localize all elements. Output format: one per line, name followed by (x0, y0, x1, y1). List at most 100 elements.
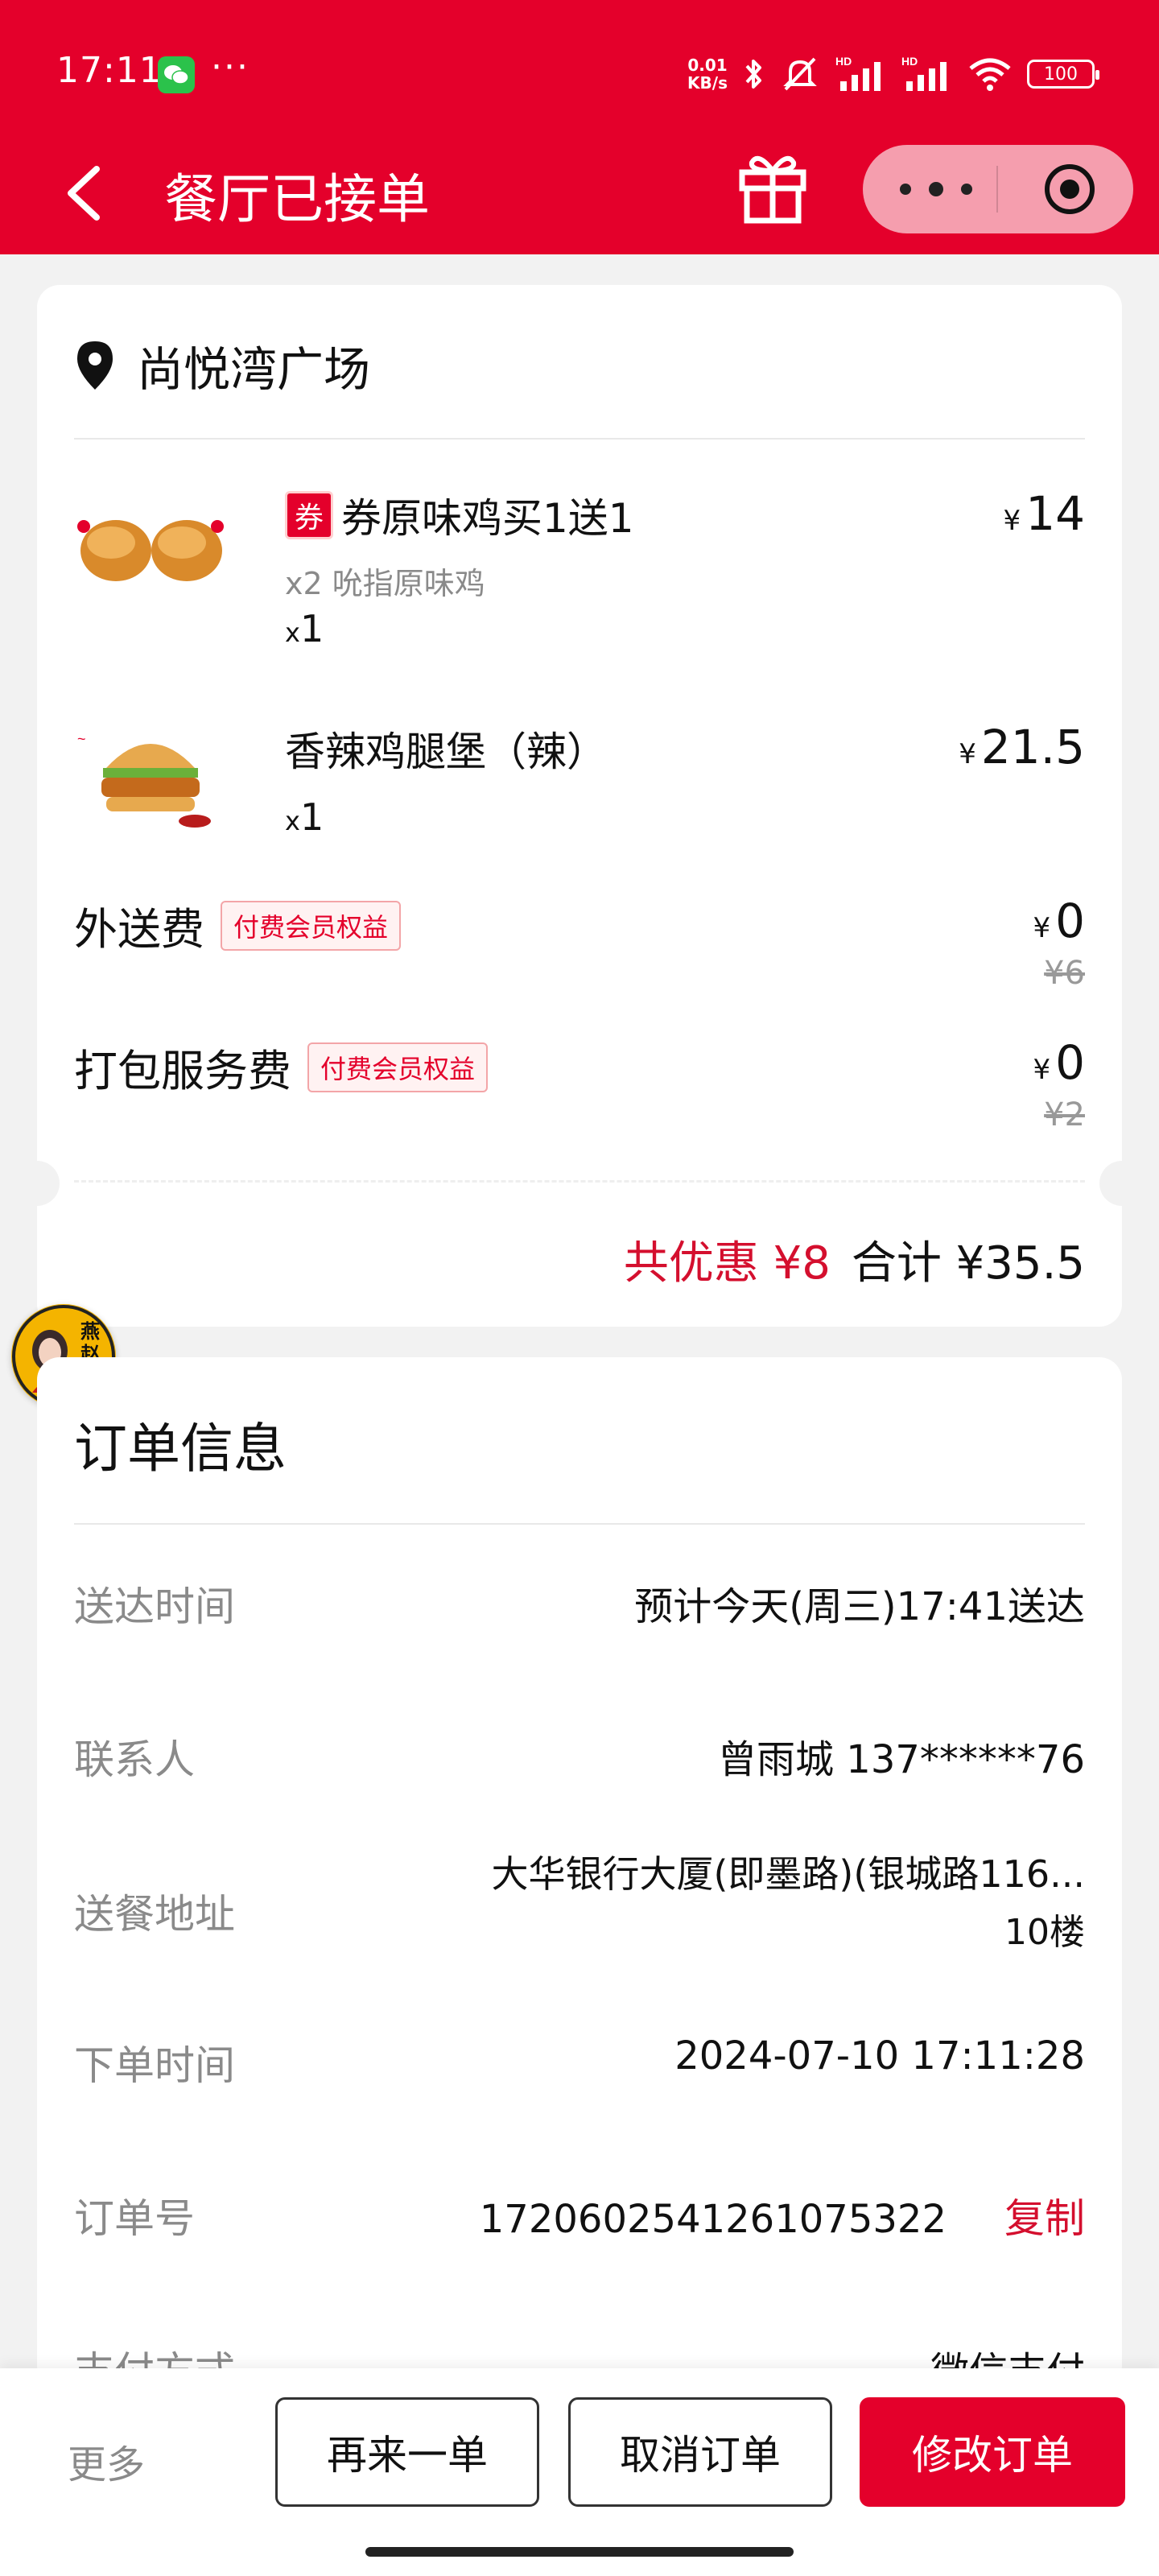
item-price: ¥21.5 (959, 720, 1085, 774)
svg-text:HD: HD (835, 55, 852, 68)
battery-icon: 100 (1027, 60, 1099, 89)
back-button[interactable] (56, 161, 113, 225)
info-value: 曾雨城 137******76 (718, 1737, 1085, 1782)
more-dots-icon[interactable] (900, 169, 972, 209)
fee-original-price: ¥2 (1044, 1096, 1085, 1133)
info-label: 订单号 (74, 2195, 195, 2242)
info-label: 送餐地址 (74, 1891, 235, 1938)
header: 17:11 ··· 0.01 KB/s HD HD 100 餐厅已接单 (0, 0, 1159, 254)
status-time: 17:11 (56, 50, 163, 91)
nav-bar: 餐厅已接单 (0, 137, 1159, 254)
order-card: 尚悦湾广场 券 券原味鸡买1送1 x2 吮指原味鸡 x1 ¥14 ~ 香辣鸡腿堡… (14, 285, 1145, 1327)
address-line: 10楼 (1004, 1912, 1085, 1953)
packaging-fee-row: 打包服务费 付费会员权益 ¥0 ¥2 (74, 1035, 1085, 1133)
member-benefit-tag: 付费会员权益 (221, 900, 402, 951)
reorder-button[interactable]: 再来一单 (275, 2397, 539, 2507)
item-quantity: x1 (285, 607, 324, 650)
item-quantity: x1 (285, 795, 324, 839)
info-value: 1720602541261075322 复制 (480, 2186, 1085, 2244)
cancel-order-button[interactable]: 取消订单 (568, 2397, 832, 2507)
info-label: 联系人 (74, 1736, 195, 1783)
section-title: 订单信息 (74, 1418, 287, 1480)
status-more-icon: ··· (211, 47, 250, 88)
coupon-badge: 券 (285, 491, 333, 539)
item-title: 券原味鸡买1送1 (341, 495, 634, 542)
info-label: 下单时间 (74, 2042, 235, 2089)
info-row-order-time: 下单时间 2024-07-10 17:11:28 (74, 2033, 1085, 2098)
bottom-action-bar: 更多 再来一单 取消订单 修改订单 (0, 2368, 1159, 2576)
order-item: 券 券原味鸡买1送1 x2 吮指原味鸡 x1 ¥14 (74, 486, 1085, 650)
currency: ¥ (1033, 1054, 1051, 1086)
signal-hd-icon: HD (901, 55, 947, 91)
net-speed-value: 0.01 (687, 56, 728, 75)
item-subtitle: x2 吮指原味鸡 (285, 566, 485, 601)
store-name: 尚悦湾广场 (137, 342, 371, 397)
info-row-address: 送餐地址 大华银行大厦(即墨路)(银城路116... 10楼 (74, 1852, 1085, 1993)
location-pin-icon (77, 341, 113, 390)
price-value: 14 (1025, 486, 1085, 541)
dashed-divider (74, 1180, 1085, 1183)
bluetooth-icon (745, 60, 761, 89)
capsule-divider (996, 166, 998, 213)
gift-icon (739, 155, 806, 224)
svg-text:~: ~ (77, 731, 86, 747)
info-value: 预计今天(周三)17:41送达 (634, 1584, 1085, 1629)
modify-order-button[interactable]: 修改订单 (860, 2397, 1125, 2507)
item-name: 券 券原味鸡买1送1 (285, 486, 634, 544)
currency: ¥ (959, 738, 976, 770)
divider (74, 438, 1085, 440)
qty-value: 1 (299, 607, 324, 650)
address-line: 大华银行大厦(即墨路)(银城路116... (491, 1852, 1085, 1896)
qty-value: 1 (299, 795, 324, 839)
close-circle-icon[interactable] (1045, 164, 1095, 214)
copy-button[interactable]: 复制 (1004, 2195, 1085, 2242)
fee-label: 打包服务费 付费会员权益 (74, 1035, 489, 1099)
discount-total: 共优惠 ¥8 (623, 1237, 831, 1290)
spicy-burger-image: ~ (77, 731, 211, 828)
fee-label: 外送费 付费会员权益 (74, 894, 402, 957)
wifi-icon (969, 58, 1011, 91)
info-row-order-number: 订单号 1720602541261075322 复制 (74, 2186, 1085, 2251)
fried-chicken-image (77, 520, 224, 581)
currency: ¥ (1033, 912, 1051, 944)
miniprogram-capsule (863, 145, 1133, 233)
divider (74, 1523, 1085, 1525)
store-row: 尚悦湾广场 (74, 333, 370, 398)
order-item: ~ 香辣鸡腿堡（辣） x1 ¥21.5 (74, 720, 1085, 848)
info-row-contact: 联系人 曾雨城 137******76 (74, 1728, 1085, 1792)
ticket-notch (1099, 1161, 1145, 1206)
more-button[interactable]: 更多 (68, 2433, 145, 2489)
home-indicator[interactable] (365, 2547, 794, 2557)
back-icon (68, 166, 100, 221)
status-bar: 17:11 ··· 0.01 KB/s HD HD 100 (0, 0, 1159, 145)
qty-prefix: x (285, 806, 300, 836)
info-label: 送达时间 (74, 1583, 235, 1630)
currency: ¥ (1003, 505, 1021, 537)
ticket-notch (14, 1161, 60, 1206)
price-value: 21.5 (980, 720, 1085, 774)
net-speed-unit: KB/s (687, 73, 728, 93)
fee-name: 外送费 (74, 904, 204, 955)
member-benefit-tag: 付费会员权益 (307, 1042, 489, 1092)
fee-price: ¥0 (1033, 1035, 1085, 1090)
qty-prefix: x (285, 617, 300, 648)
svg-text:HD: HD (901, 55, 918, 68)
order-total: 合计 ¥35.5 (851, 1237, 1085, 1290)
signal-hd-icon: HD (835, 55, 881, 91)
gift-button[interactable] (734, 147, 811, 227)
fee-name: 打包服务费 (74, 1046, 291, 1096)
info-row-delivery-time: 送达时间 预计今天(周三)17:41送达 (74, 1575, 1085, 1639)
info-value: 2024-07-10 17:11:28 (674, 2033, 1085, 2079)
order-number: 1720602541261075322 (479, 2197, 947, 2242)
page-title: 餐厅已接单 (164, 168, 430, 230)
mute-icon (783, 57, 817, 91)
info-value: 大华银行大厦(即墨路)(银城路116... 10楼 (491, 1845, 1085, 1955)
price-value: 0 (1055, 894, 1085, 948)
fee-original-price: ¥6 (1044, 955, 1085, 992)
price-value: 0 (1055, 1035, 1085, 1090)
order-info-card: 订单信息 送达时间 预计今天(周三)17:41送达 联系人 曾雨城 137***… (37, 1357, 1122, 2395)
net-speed: 0.01 KB/s (687, 56, 728, 92)
battery-level: 100 (1044, 64, 1078, 85)
item-title: 香辣鸡腿堡（辣） (285, 729, 607, 775)
item-name: 香辣鸡腿堡（辣） (285, 720, 607, 778)
